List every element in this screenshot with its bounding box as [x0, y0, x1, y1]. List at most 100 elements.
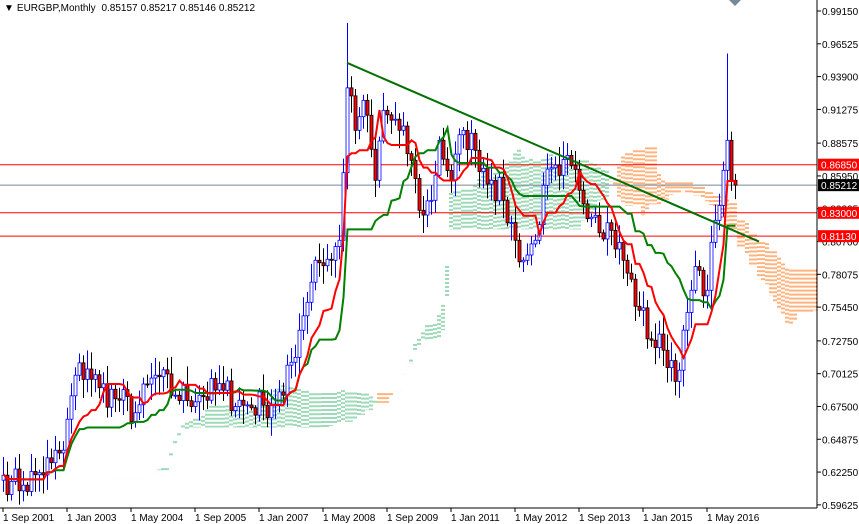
- candle-down: [633, 278, 638, 307]
- candle-up: [561, 159, 566, 176]
- candle-down: [517, 239, 522, 263]
- candle-up: [377, 140, 382, 181]
- x-tick-label: 1 Jan 2011: [451, 513, 500, 524]
- candle-down: [33, 471, 38, 476]
- price-chart[interactable]: 0.991500.965250.939000.912750.885750.859…: [0, 0, 859, 524]
- x-tick-label: 1 Sep 2001: [3, 513, 55, 524]
- candle-up: [197, 394, 202, 403]
- candle-up: [489, 179, 494, 185]
- candle-up: [689, 289, 694, 313]
- candle-down: [117, 398, 122, 401]
- candle-down: [673, 360, 678, 382]
- plot-area: [0, 22, 817, 505]
- candle-up: [289, 361, 294, 366]
- candle-down: [445, 158, 450, 171]
- candle-down: [421, 209, 426, 216]
- candle-down: [629, 272, 634, 280]
- candle-down: [329, 258, 334, 261]
- candle-up: [29, 471, 34, 492]
- candle-up: [589, 216, 594, 220]
- candle-down: [373, 148, 378, 181]
- candle-up: [285, 364, 290, 396]
- candle-down: [253, 407, 258, 416]
- candle-up: [705, 289, 710, 297]
- candle-down: [205, 396, 210, 401]
- candle-down: [661, 333, 666, 351]
- candle-down: [97, 374, 102, 389]
- candle-up: [669, 360, 674, 369]
- candle-up: [121, 389, 126, 401]
- candle-down: [241, 399, 246, 406]
- y-tick-label: 0.96525: [822, 40, 859, 51]
- candle-up: [73, 374, 78, 397]
- candle-down: [697, 266, 702, 271]
- candle-down: [353, 95, 358, 131]
- candle-up: [325, 258, 330, 267]
- x-tick-label: 1 May 2008: [323, 513, 376, 524]
- candle-up: [309, 281, 314, 303]
- candle-up: [529, 243, 534, 256]
- candle-up: [693, 266, 698, 291]
- candle-up: [593, 214, 598, 218]
- collapse-arrow-icon[interactable]: ▼: [4, 3, 14, 14]
- ohlc-open: 0.85157: [101, 3, 138, 14]
- candle-up: [393, 118, 398, 121]
- candle-down: [145, 383, 150, 386]
- candle-up: [357, 116, 362, 131]
- candle-down: [621, 242, 626, 261]
- candle-up: [233, 406, 238, 411]
- x-tick-label: 1 Sep 2009: [387, 513, 439, 524]
- candle-down: [613, 229, 618, 250]
- candle-down: [365, 99, 370, 116]
- candle-down: [701, 269, 706, 297]
- candle-up: [685, 312, 690, 331]
- candle-up: [217, 383, 222, 391]
- level-price-label: 0.81130: [821, 232, 857, 243]
- candle-up: [717, 205, 722, 221]
- candle-down: [449, 170, 454, 181]
- candle-up: [457, 134, 462, 155]
- candle-up: [461, 129, 466, 136]
- candle-down: [581, 189, 586, 205]
- candle-down: [609, 222, 614, 231]
- candle-down: [601, 232, 606, 240]
- x-tick-label: 1 May 2004: [131, 513, 184, 524]
- candle-down: [129, 396, 134, 423]
- candle-down: [25, 484, 30, 492]
- candle-down: [165, 369, 170, 375]
- candle-down: [465, 129, 470, 151]
- y-tick-label: 0.78075: [822, 270, 859, 281]
- symbol-label: EURGBP,Monthly: [16, 3, 96, 14]
- kijun-line: [2, 124, 736, 481]
- candle-down: [389, 114, 394, 121]
- x-tick-label: 1 Jan 2015: [643, 513, 693, 524]
- y-tick-label: 0.59625: [822, 501, 859, 512]
- y-tick-label: 0.91275: [822, 105, 859, 116]
- candle-up: [337, 239, 342, 247]
- candle-down: [573, 164, 578, 170]
- ohlc-low: 0.85146: [179, 3, 216, 14]
- candle-down: [597, 214, 602, 234]
- level-price-label: 0.83000: [821, 209, 858, 220]
- candle-down: [405, 125, 410, 155]
- candle-down: [221, 383, 226, 391]
- candle-down: [57, 449, 62, 454]
- x-tick-label: 1 May 2016: [707, 513, 760, 524]
- candle-down: [409, 153, 414, 161]
- candle-up: [21, 484, 26, 492]
- y-tick-label: 0.93900: [822, 73, 859, 84]
- candle-down: [189, 400, 194, 407]
- candle-down: [417, 178, 422, 211]
- candle-up: [429, 199, 434, 202]
- x-tick-label: 1 Jan 2003: [67, 513, 117, 524]
- candle-up: [297, 329, 302, 358]
- candle-down: [473, 132, 478, 151]
- candle-up: [209, 378, 214, 401]
- candle-up: [361, 99, 366, 118]
- candle-up: [497, 177, 502, 202]
- candle-up: [469, 132, 474, 151]
- candle-up: [401, 125, 406, 131]
- candle-up: [677, 369, 682, 382]
- candle-down: [157, 374, 162, 378]
- candle-down: [317, 259, 322, 264]
